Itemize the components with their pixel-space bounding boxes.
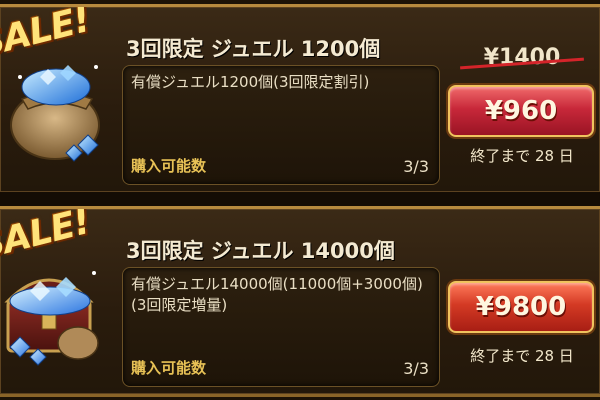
- offer-description: 有償ジュエル1200個(3回限定割引): [131, 73, 370, 91]
- offer-card-1[interactable]: SALE! 3回限定 ジュエル 1200個 有償ジュエル1200個(3回限定割引…: [0, 4, 600, 195]
- time-remaining: 終了まで 28 日: [470, 147, 574, 165]
- purchase-limit-value: 3/3: [403, 157, 429, 176]
- offer-details-panel: 有償ジュエル1200個(3回限定割引) 購入可能数 3/3: [122, 65, 440, 185]
- buy-button[interactable]: ¥960: [448, 85, 594, 137]
- buy-button[interactable]: ¥9800: [448, 281, 594, 333]
- jewel-bag-icon: [10, 65, 100, 162]
- offer-description: 有償ジュエル14000個(11000個+3000個)(3回限定増量): [131, 275, 423, 314]
- purchase-limit-label: 購入可能数: [131, 157, 207, 175]
- offer-details-panel: 有償ジュエル14000個(11000個+3000個)(3回限定増量) 購入可能数…: [122, 267, 440, 387]
- purchase-limit-value: 3/3: [403, 359, 429, 378]
- jewel-chest-icon: [4, 271, 99, 366]
- offer-title: 3回限定 ジュエル 1200個: [126, 37, 381, 61]
- offer-title: 3回限定 ジュエル 14000個: [126, 239, 395, 263]
- offer-card-2[interactable]: SALE! 3回限定 ジュエル 14000個 有償ジュエル14000個(1100…: [0, 206, 600, 397]
- time-remaining: 終了まで 28 日: [470, 347, 574, 365]
- purchase-limit-label: 購入可能数: [131, 359, 207, 377]
- card-separator: [0, 192, 600, 206]
